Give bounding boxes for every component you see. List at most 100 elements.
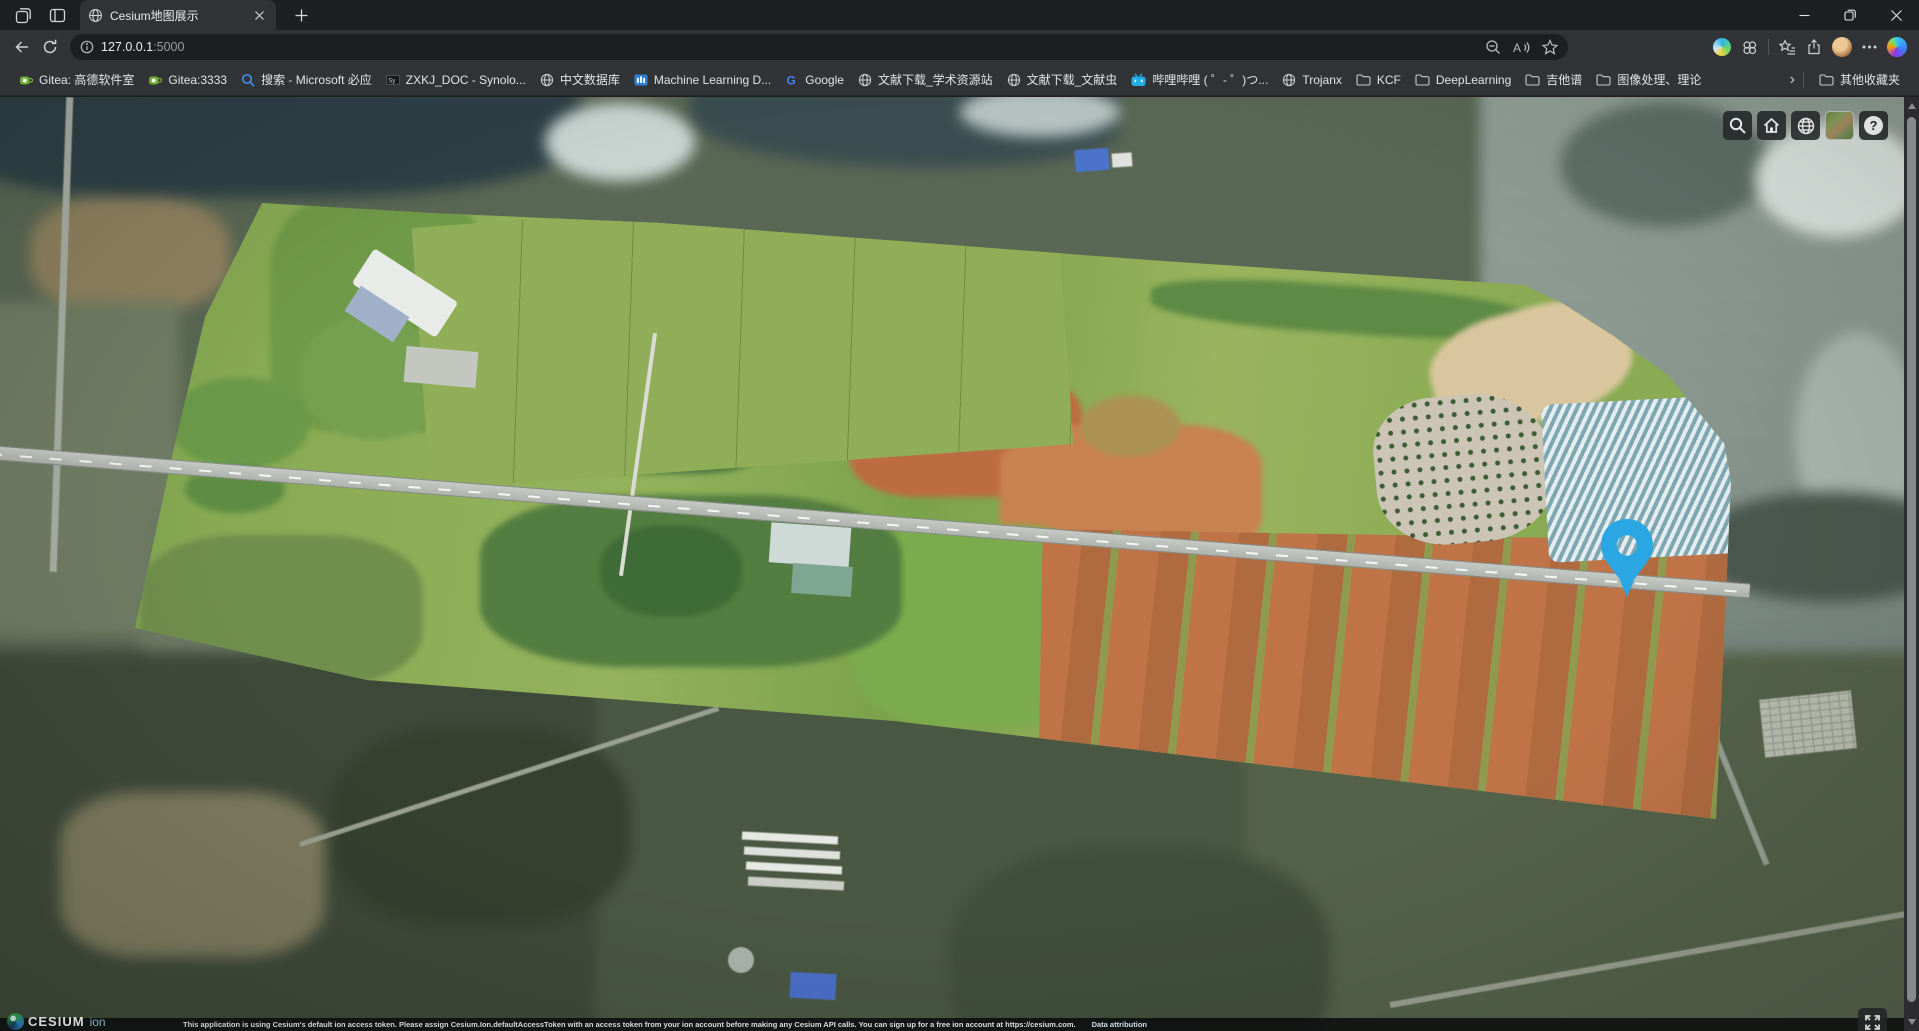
synology-icon: Sy — [386, 73, 400, 87]
search-button[interactable] — [1723, 111, 1752, 140]
industrial-shed — [744, 846, 840, 859]
svg-text:G: G — [787, 73, 796, 87]
blue-roof-building — [789, 972, 836, 1000]
bookmark-bilibili[interactable]: 哔哩哔哩 ( ゜- ゜)つ... — [1124, 68, 1275, 91]
browser-tab[interactable]: Cesium地图展示 — [80, 0, 276, 30]
search-icon — [1728, 116, 1747, 135]
bing-search-icon — [241, 73, 255, 87]
site-info-icon[interactable] — [80, 40, 94, 54]
address-bar[interactable]: 127.0.0.1:5000 A — [70, 34, 1568, 60]
scroll-up-arrow[interactable] — [1908, 103, 1916, 109]
bookmark-google[interactable]: G Google — [778, 70, 851, 90]
help-icon: ? — [1864, 116, 1883, 135]
profile-avatar[interactable] — [1832, 37, 1852, 57]
bookmark-machine-learning[interactable]: Machine Learning D... — [627, 70, 778, 90]
white-pool — [769, 522, 852, 567]
restore-button[interactable] — [1827, 0, 1873, 30]
ion-token-warning: This application is using Cesium's defau… — [183, 1020, 1076, 1029]
zoom-out-icon[interactable] — [1485, 39, 1501, 55]
page-scrollbar[interactable] — [1904, 97, 1919, 1031]
industrial-shed — [742, 831, 838, 844]
read-aloud-icon[interactable]: A — [1513, 40, 1530, 55]
web-page: ? This application is using Cesium's def… — [0, 97, 1919, 1031]
bookmark-folder-image-processing[interactable]: 图像处理、理论 — [1589, 68, 1708, 91]
extensions-icon[interactable] — [1741, 39, 1758, 56]
globe-icon — [540, 73, 554, 87]
industrial-shed — [746, 861, 842, 874]
new-tab-icon[interactable] — [286, 3, 316, 27]
blue-roof-building — [1074, 148, 1109, 172]
data-attribution-link[interactable]: Data attribution — [1092, 1020, 1147, 1029]
bookmark-bing-search[interactable]: 搜索 - Microsoft 必应 — [234, 68, 379, 91]
maze-garden — [1759, 690, 1857, 757]
toolbar-extension-area — [1574, 37, 1911, 57]
bookmark-folder-guitar[interactable]: 吉他谱 — [1518, 68, 1589, 91]
cesium-ion-logo[interactable]: CESIUM ion — [7, 1013, 106, 1030]
globe-icon — [1282, 73, 1296, 87]
globe-icon — [1007, 73, 1021, 87]
ml-blue-icon — [634, 73, 648, 87]
folder-icon — [1819, 73, 1834, 86]
help-button[interactable]: ? — [1859, 111, 1888, 140]
url-port: :5000 — [153, 40, 184, 54]
bookmarks-divider — [1803, 72, 1804, 88]
scene-mode-button[interactable] — [1791, 111, 1820, 140]
url-host: 127.0.0.1 — [101, 40, 153, 54]
bookmarks-overflow-chevron[interactable]: › — [1790, 71, 1795, 89]
globe-favicon — [88, 8, 103, 23]
toolbar-divider — [1768, 39, 1769, 55]
folder-icon — [1596, 73, 1611, 86]
bookmark-cn-database[interactable]: 中文数据库 — [533, 68, 627, 91]
folder-icon — [1525, 73, 1540, 86]
google-icon: G — [785, 73, 799, 87]
collections-icon[interactable] — [1779, 39, 1796, 56]
bookmarks-bar: Gitea: 高德软件室 Gitea:3333 搜索 - Microsoft 必… — [0, 64, 1919, 96]
tab-actions-icon[interactable] — [42, 3, 72, 27]
close-window-button[interactable] — [1873, 0, 1919, 30]
industrial-shed — [748, 876, 844, 890]
cesium-logo-icon — [7, 1013, 24, 1030]
other-favorites-folder[interactable]: 其他收藏夹 — [1812, 68, 1907, 91]
more-options-icon[interactable] — [1862, 45, 1877, 49]
favorite-star-icon[interactable] — [1542, 39, 1558, 55]
gitea-icon — [148, 73, 162, 87]
map-pin-marker[interactable] — [1599, 518, 1655, 600]
storage-tank — [728, 947, 754, 973]
bookmark-trojanx[interactable]: Trojanx — [1275, 70, 1349, 90]
bookmark-gitea-2[interactable]: Gitea:3333 — [141, 70, 234, 90]
scroll-down-arrow[interactable] — [1908, 1019, 1916, 1025]
browser-toolbar: 127.0.0.1:5000 A — [0, 30, 1919, 64]
bookmark-zxkj-doc[interactable]: Sy ZXKJ_DOC - Synolo... — [379, 70, 533, 90]
workspaces-icon[interactable] — [8, 3, 38, 27]
svg-text:A: A — [1513, 41, 1521, 55]
back-button[interactable] — [8, 33, 36, 61]
bookmark-gitea-1[interactable]: Gitea: 高德软件室 — [12, 68, 141, 91]
globe-icon — [858, 73, 872, 87]
bookmark-folder-kcf[interactable]: KCF — [1349, 70, 1408, 90]
folder-icon — [1356, 73, 1371, 86]
home-button[interactable] — [1757, 111, 1786, 140]
base-layer-picker-button[interactable] — [1825, 111, 1854, 140]
gitea-icon — [19, 73, 33, 87]
orchard-rows — [1369, 388, 1558, 551]
share-icon[interactable] — [1806, 39, 1822, 55]
home-icon — [1762, 116, 1781, 135]
bilibili-icon — [1131, 73, 1146, 87]
cesium-credit-bar: This application is using Cesium's defau… — [0, 1018, 1904, 1031]
browser-tab-bar: Cesium地图展示 — [0, 0, 1919, 30]
scrollbar-thumb[interactable] — [1907, 117, 1916, 1002]
tab-title: Cesium地图展示 — [110, 7, 250, 24]
copilot-icon[interactable] — [1887, 37, 1907, 57]
bookmark-paper-download-1[interactable]: 文献下载_学术资源站 — [851, 68, 1000, 91]
refresh-button[interactable] — [36, 33, 64, 61]
bookmark-paper-download-2[interactable]: 文献下载_文献虫 — [1000, 68, 1125, 91]
fullscreen-icon — [1864, 1014, 1881, 1031]
extension-sphere-icon[interactable] — [1713, 38, 1731, 56]
tab-close-icon[interactable] — [250, 6, 268, 24]
minimize-button[interactable] — [1781, 0, 1827, 30]
bookmark-folder-deeplearning[interactable]: DeepLearning — [1408, 70, 1518, 90]
fullscreen-button[interactable] — [1858, 1008, 1887, 1031]
cesium-toolbar: ? — [1723, 111, 1888, 140]
cesium-map-canvas[interactable]: ? This application is using Cesium's def… — [0, 97, 1904, 1031]
folder-icon — [1415, 73, 1430, 86]
